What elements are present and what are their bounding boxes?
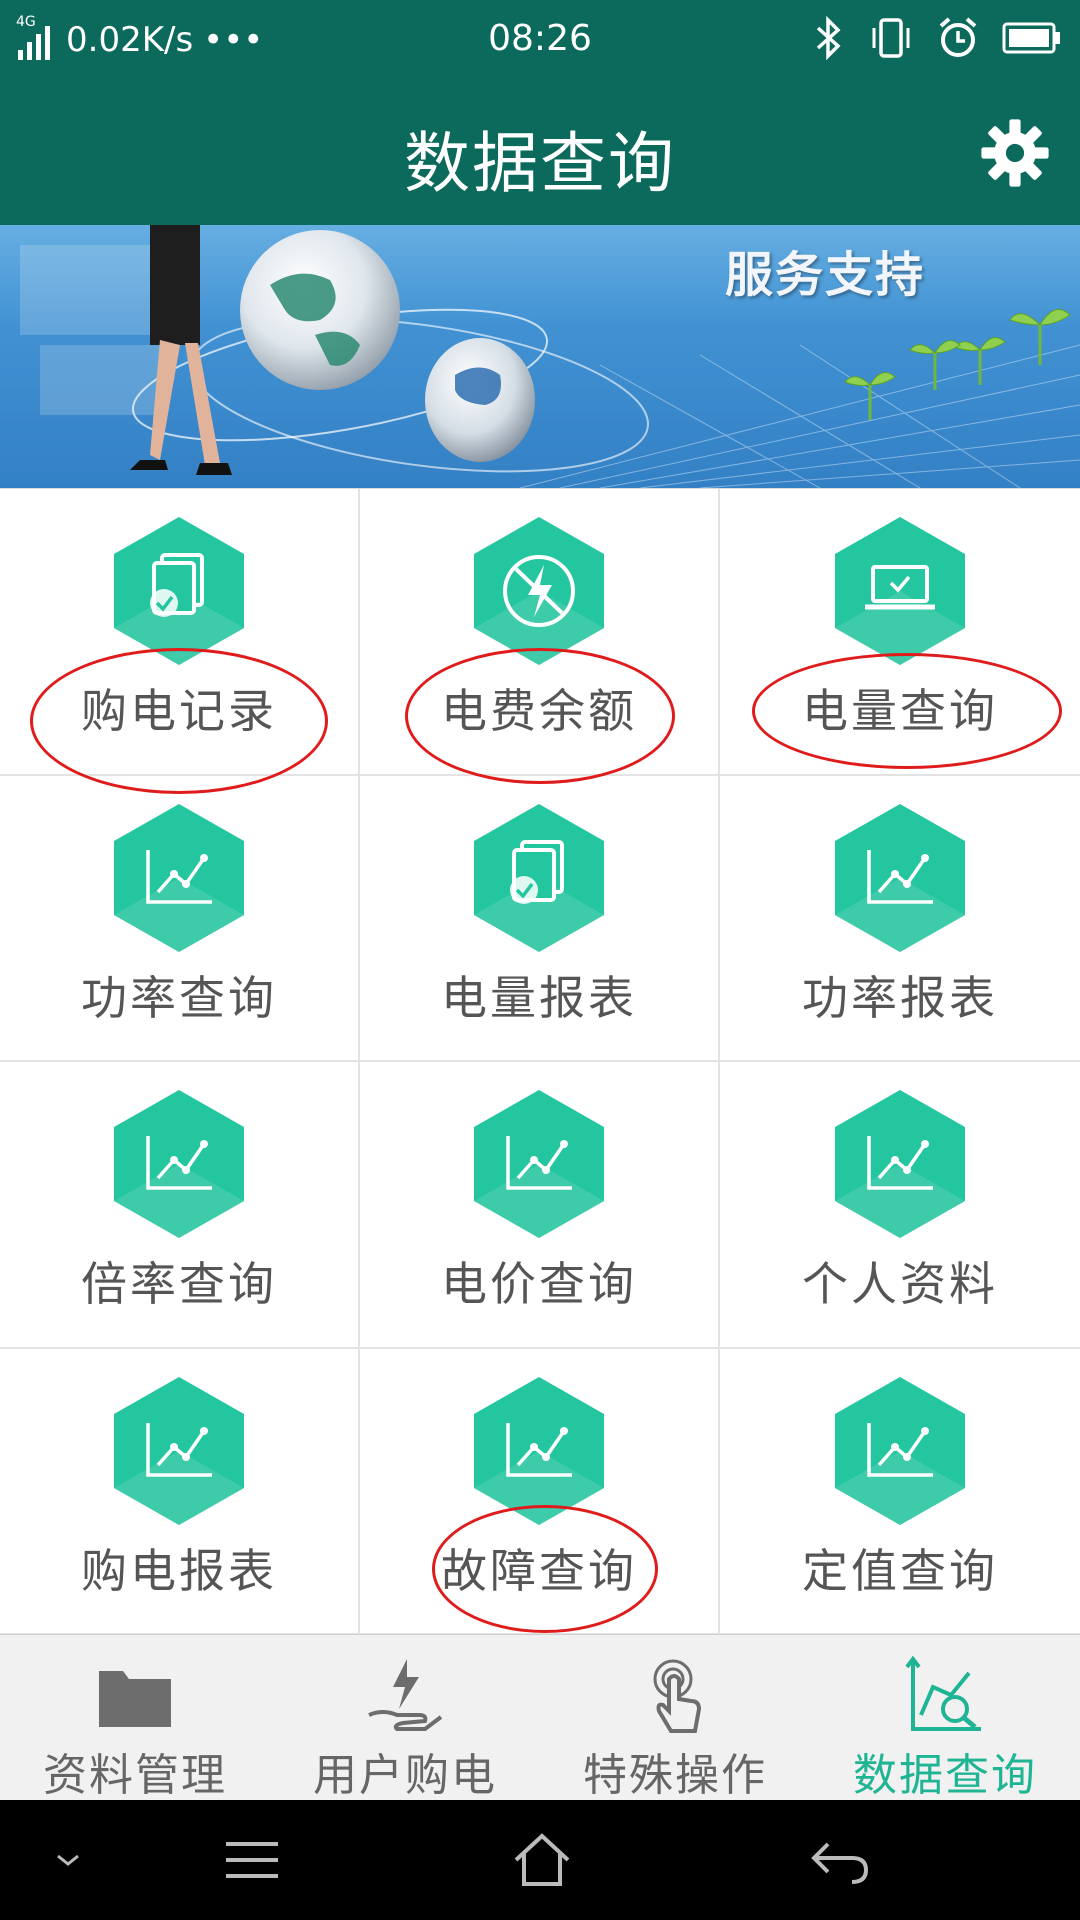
nav-item-special-operation[interactable]: 特殊操作	[540, 1635, 810, 1801]
grid-item-price-query[interactable]: 电价查询	[360, 1062, 720, 1349]
grid-item-setting-query[interactable]: 定值查询	[720, 1348, 1080, 1635]
vibrate-icon	[872, 18, 910, 58]
touch-icon	[653, 1659, 702, 1733]
grid-item-label: 电量报表	[441, 970, 637, 1025]
battery-icon	[1002, 22, 1060, 54]
folder-icon	[99, 1671, 171, 1727]
nav-label: 数据查询	[853, 1750, 1037, 1801]
grid-item-label: 个人资料	[802, 1257, 998, 1311]
grid-item-label: 定值查询	[802, 1543, 998, 1598]
line-chart-icon	[114, 1090, 244, 1238]
grid-item-label: 购电报表	[81, 1543, 277, 1598]
system-nav-bar	[0, 1800, 1080, 1920]
feature-grid: 购电记录 电费余额 电量查询 功率查询 电量报表 功率报表 倍率查询 电价查询 …	[0, 488, 1080, 1635]
grid-item-fault-query[interactable]: 故障查询	[360, 1348, 720, 1635]
nav-label: 特殊操作	[583, 1750, 767, 1801]
line-chart-icon	[114, 803, 244, 952]
alarm-icon	[939, 17, 977, 57]
lightning-icon	[474, 517, 604, 665]
grid-item-label: 功率报表	[802, 970, 998, 1025]
document-check-icon	[474, 803, 604, 952]
grid-item-label: 电费余额	[441, 684, 637, 738]
nav-item-user-purchase[interactable]: 用户购电	[270, 1635, 540, 1801]
grid-item-ratio-query[interactable]: 倍率查询	[0, 1062, 360, 1349]
grid-item-label: 故障查询	[441, 1543, 637, 1598]
gear-icon[interactable]	[980, 118, 1050, 188]
grid-item-label: 电量查询	[802, 684, 998, 738]
line-chart-icon	[835, 1376, 965, 1525]
line-chart-icon	[835, 803, 965, 952]
header: 数据查询	[0, 80, 1080, 225]
grid-item-power-query[interactable]: 功率查询	[0, 775, 360, 1062]
banner[interactable]: 服务支持	[0, 225, 1080, 488]
grid-item-power-report[interactable]: 功率报表	[720, 775, 1080, 1062]
grid-item-energy-report[interactable]: 电量报表	[360, 775, 720, 1062]
chart-search-icon	[905, 1655, 981, 1731]
hand-power-icon	[368, 1659, 443, 1731]
bluetooth-icon	[816, 16, 841, 60]
laptop-check-icon	[835, 517, 965, 665]
chevron-down-icon[interactable]	[36, 1830, 100, 1890]
nav-item-data-query[interactable]: 数据查询	[810, 1635, 1080, 1801]
grid-item-label: 功率查询	[81, 970, 277, 1025]
grid-item-profile[interactable]: 个人资料	[720, 1062, 1080, 1349]
grid-item-label: 倍率查询	[81, 1257, 277, 1311]
banner-text: 服务支持	[725, 247, 926, 303]
grid-item-energy-query[interactable]: 电量查询	[720, 489, 1080, 776]
nav-label: 用户购电	[313, 1750, 497, 1801]
grid-item-label: 电价查询	[441, 1257, 637, 1311]
back-icon[interactable]	[808, 1830, 872, 1890]
line-chart-icon	[474, 1376, 604, 1525]
grid-item-purchase-report[interactable]: 购电报表	[0, 1348, 360, 1635]
line-chart-icon	[114, 1376, 244, 1525]
line-chart-icon	[835, 1090, 965, 1238]
grid-item-label: 购电记录	[81, 684, 277, 738]
menu-icon[interactable]	[220, 1830, 284, 1890]
line-chart-icon	[474, 1090, 604, 1238]
nav-item-data-management[interactable]: 资料管理	[0, 1635, 270, 1801]
home-icon[interactable]	[510, 1830, 574, 1890]
status-right	[812, 16, 1062, 60]
grid-item-balance[interactable]: 电费余额	[360, 489, 720, 776]
page-title: 数据查询	[404, 125, 676, 202]
grid-item-purchase-record[interactable]: 购电记录	[0, 489, 360, 776]
nav-label: 资料管理	[43, 1750, 227, 1801]
status-bar: 4G 0.02K/s ••• 08:26	[0, 0, 1080, 80]
document-check-icon	[114, 517, 244, 665]
bottom-nav: 资料管理 用户购电 特殊操作 数据查询	[0, 1634, 1080, 1801]
